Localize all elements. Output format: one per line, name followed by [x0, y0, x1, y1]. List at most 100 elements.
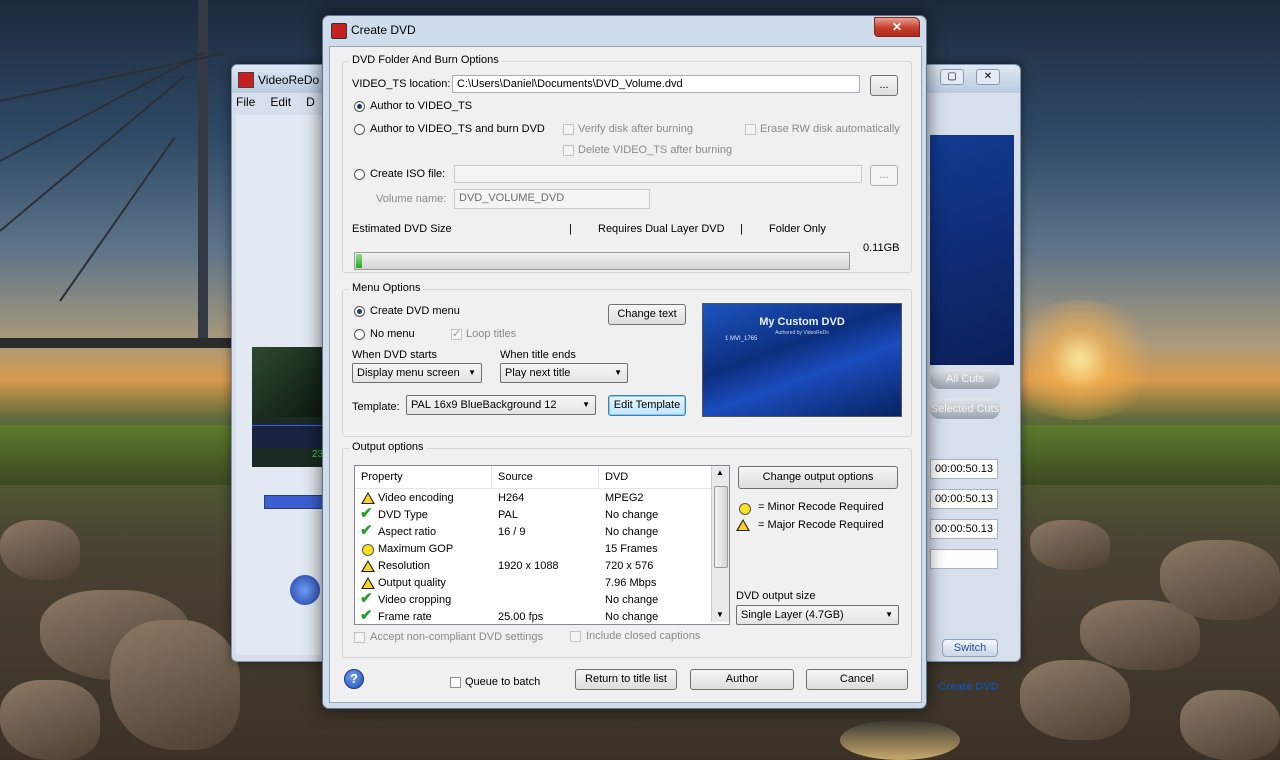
verify-disk-checkbox[interactable] [563, 124, 574, 135]
iso-file-input[interactable] [454, 165, 862, 183]
return-to-title-list-button[interactable]: Return to title list [575, 669, 677, 690]
output-options-group-label: Output options [349, 441, 427, 453]
time-field-2[interactable]: 00:00:50.13 [930, 489, 998, 509]
time-field-4[interactable] [930, 549, 998, 569]
chevron-down-icon: ▼ [614, 368, 622, 377]
timeline-slider[interactable] [264, 495, 326, 509]
edit-template-button[interactable]: Edit Template [608, 395, 686, 416]
change-text-button[interactable]: Change text [608, 304, 686, 325]
time-field-1[interactable]: 00:00:50.13 [930, 459, 998, 479]
cell-source: 16 / 9 [498, 526, 526, 538]
table-row[interactable]: Maximum GOP 15 Frames [355, 541, 711, 558]
rock [1020, 660, 1130, 740]
verify-disk-label: Verify disk after burning [578, 123, 693, 135]
when-ends-label: When title ends [500, 349, 576, 361]
help-icon[interactable]: ? [344, 669, 364, 689]
check-icon: ✔ [360, 590, 373, 607]
minor-recode-legend: = Minor Recode Required [758, 501, 884, 513]
chevron-down-icon: ▼ [468, 368, 476, 377]
column-header-dvd[interactable]: DVD [599, 466, 711, 488]
delete-video-ts-checkbox[interactable] [563, 145, 574, 156]
column-header-source[interactable]: Source [492, 466, 599, 488]
output-properties-table[interactable]: Property Source DVD Video encoding H264 MP… [354, 465, 730, 625]
delete-video-ts-label: Delete VIDEO_TS after burning [578, 144, 733, 156]
cell-property: Frame rate [378, 611, 432, 623]
cancel-button[interactable]: Cancel [806, 669, 908, 690]
play-button[interactable] [288, 573, 322, 607]
volume-name-input[interactable]: DVD_VOLUME_DVD [454, 189, 650, 209]
include-captions-label: Include closed captions [586, 630, 701, 642]
iso-browse-button[interactable]: ... [870, 165, 898, 186]
column-header-property[interactable]: Property [355, 466, 492, 488]
template-select[interactable]: PAL 16x9 BlueBackground 12 ▼ [406, 395, 596, 415]
create-dvd-app-icon [331, 23, 347, 39]
menu-file[interactable]: File [236, 95, 255, 109]
scroll-up-icon[interactable]: ▲ [716, 468, 724, 477]
window-close-button[interactable]: ✕ [976, 69, 1000, 85]
menu-third[interactable]: D [306, 95, 315, 109]
loop-titles-checkbox[interactable] [451, 327, 462, 340]
warning-icon [361, 492, 375, 504]
time-field-3[interactable]: 00:00:50.13 [930, 519, 998, 539]
dialog-close-button[interactable]: ✕ [874, 17, 920, 37]
table-row[interactable]: Video encoding H264 MPEG2 [355, 490, 711, 507]
major-recode-legend: = Major Recode Required [758, 519, 884, 531]
video-thumbnail: 23 [252, 347, 324, 467]
queue-to-batch-checkbox[interactable] [450, 677, 461, 688]
audio-waveform [252, 425, 324, 448]
table-scrollbar[interactable]: ▲ ▼ [711, 466, 729, 622]
cell-dvd: No change [605, 509, 659, 521]
dialog-client-area: DVD Folder And Burn Options VIDEO_TS loc… [329, 46, 922, 703]
no-menu-radio[interactable] [354, 329, 365, 340]
table-header: Property Source DVD [355, 466, 711, 489]
table-row[interactable]: ✔ Frame rate 25.00 fps No change [355, 607, 711, 624]
switch-button[interactable]: Switch [942, 639, 998, 657]
menu-edit[interactable]: Edit [270, 95, 291, 109]
accept-noncompliant-checkbox[interactable] [354, 632, 365, 643]
bridge-cable [59, 136, 176, 302]
create-dvd-dialog: Create DVD ✕ DVD Folder And Burn Options… [322, 15, 927, 709]
cell-dvd: No change [605, 526, 659, 538]
dual-layer-label: Requires Dual Layer DVD [598, 223, 725, 235]
author-to-video-ts-radio[interactable] [354, 101, 365, 112]
cell-property: Aspect ratio [378, 526, 437, 538]
video-ts-location-input[interactable]: C:\Users\Daniel\Documents\DVD_Volume.dvd [452, 75, 860, 93]
table-row[interactable]: ✔ DVD Type PAL No change [355, 505, 711, 524]
dvd-size-progress-fill [356, 254, 362, 268]
table-row[interactable]: ✔ Video cropping No change [355, 590, 711, 609]
scroll-down-icon[interactable]: ▼ [716, 610, 724, 619]
restore-button[interactable]: ▢ [940, 69, 964, 85]
all-cuts-button[interactable]: All Cuts [930, 369, 1000, 389]
when-starts-select[interactable]: Display menu screen ▼ [352, 363, 482, 383]
check-icon: ✔ [360, 522, 373, 539]
author-button[interactable]: Author [690, 669, 794, 690]
bridge-cable [0, 75, 185, 232]
create-iso-label: Create ISO file: [370, 168, 446, 180]
video-ts-browse-button[interactable]: ... [870, 75, 898, 96]
erase-rw-checkbox[interactable] [745, 124, 756, 135]
rock [110, 620, 240, 750]
accept-noncompliant-label: Accept non-compliant DVD settings [370, 631, 544, 643]
when-ends-select[interactable]: Play next title ▼ [500, 363, 628, 383]
menu-options-group-label: Menu Options [349, 282, 424, 294]
dvd-output-size-select[interactable]: Single Layer (4.7GB) ▼ [736, 605, 899, 625]
scrollbar-thumb[interactable] [714, 486, 728, 568]
minor-recode-circle-icon [739, 503, 751, 515]
author-and-burn-radio[interactable] [354, 124, 365, 135]
cell-dvd: No change [605, 611, 659, 623]
folder-only-label: Folder Only [769, 223, 826, 235]
table-row[interactable]: ✔ Aspect ratio 16 / 9 No change [355, 522, 711, 541]
change-output-options-button[interactable]: Change output options [738, 466, 898, 489]
create-dvd-link[interactable]: Create DVD [938, 681, 999, 693]
table-row[interactable]: Output quality 7.96 Mbps [355, 575, 711, 592]
selected-cuts-button[interactable]: Selected Cuts [930, 399, 1000, 419]
include-captions-checkbox[interactable] [570, 631, 581, 642]
check-icon: ✔ [360, 505, 373, 522]
queue-to-batch-label: Queue to batch [465, 676, 541, 688]
cell-dvd: 15 Frames [605, 543, 658, 555]
create-menu-radio[interactable] [354, 306, 365, 317]
rock [0, 520, 80, 580]
table-row[interactable]: Resolution 1920 x 1088 720 x 576 [355, 558, 711, 575]
create-iso-radio[interactable] [354, 169, 365, 180]
size-separator: | [740, 223, 743, 235]
